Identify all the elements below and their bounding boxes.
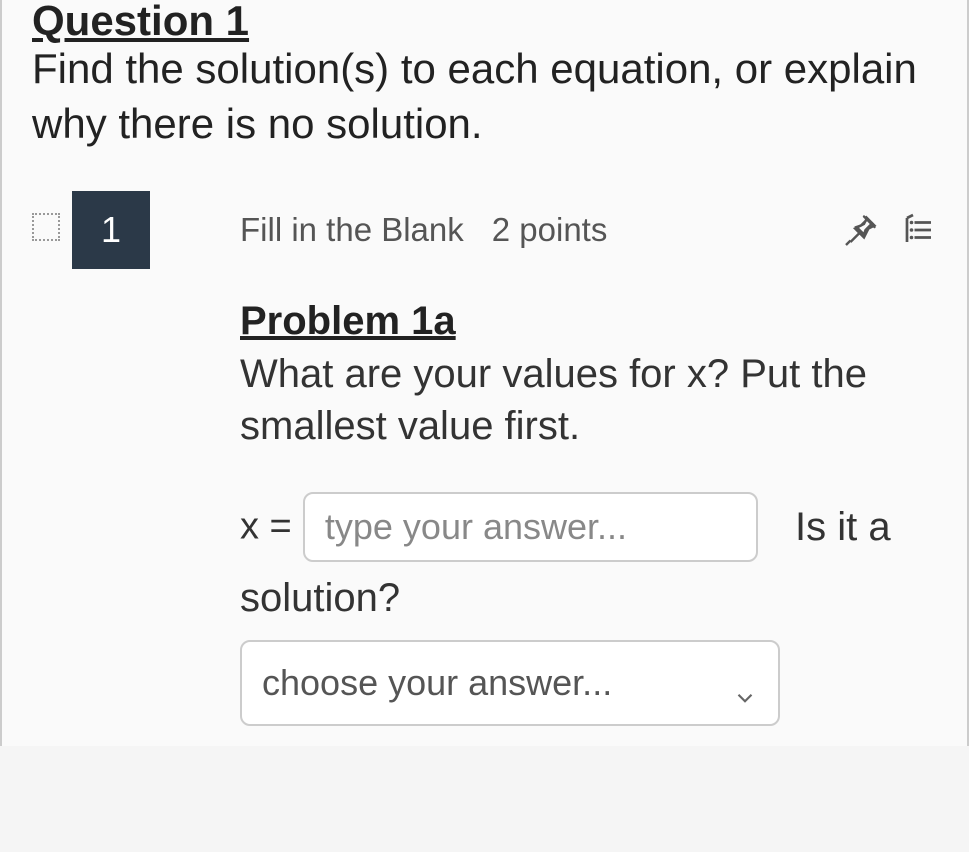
- pin-icon[interactable]: [843, 212, 879, 248]
- question-type-label: Fill in the Blank: [240, 211, 464, 249]
- question-prompt: Find the solution(s) to each equation, o…: [32, 42, 937, 151]
- dropdown-placeholder: choose your answer...: [262, 654, 612, 712]
- drag-handle-icon[interactable]: [32, 213, 60, 241]
- answer-block: x = Is it a solution? choose your answer…: [240, 492, 937, 726]
- problem-text: What are your values for x? Put the smal…: [240, 348, 937, 452]
- rubric-icon[interactable]: [901, 212, 937, 248]
- is-it-a-label: Is it a: [795, 505, 891, 549]
- solution-dropdown[interactable]: choose your answer...: [240, 640, 780, 726]
- chevron-down-icon: [732, 670, 758, 696]
- question-points-label: 2 points: [492, 211, 608, 249]
- question-number-badge[interactable]: 1: [72, 191, 150, 269]
- problem-heading: Problem 1a: [240, 299, 937, 344]
- question-title: Question 1: [32, 0, 937, 42]
- x-value-input[interactable]: [303, 492, 758, 562]
- question-item: 1 Fill in the Blank 2 points: [32, 191, 937, 726]
- x-equals-label: x =: [240, 506, 292, 548]
- question-meta-row: Fill in the Blank 2 points: [240, 191, 937, 269]
- solution-label: solution?: [240, 566, 937, 630]
